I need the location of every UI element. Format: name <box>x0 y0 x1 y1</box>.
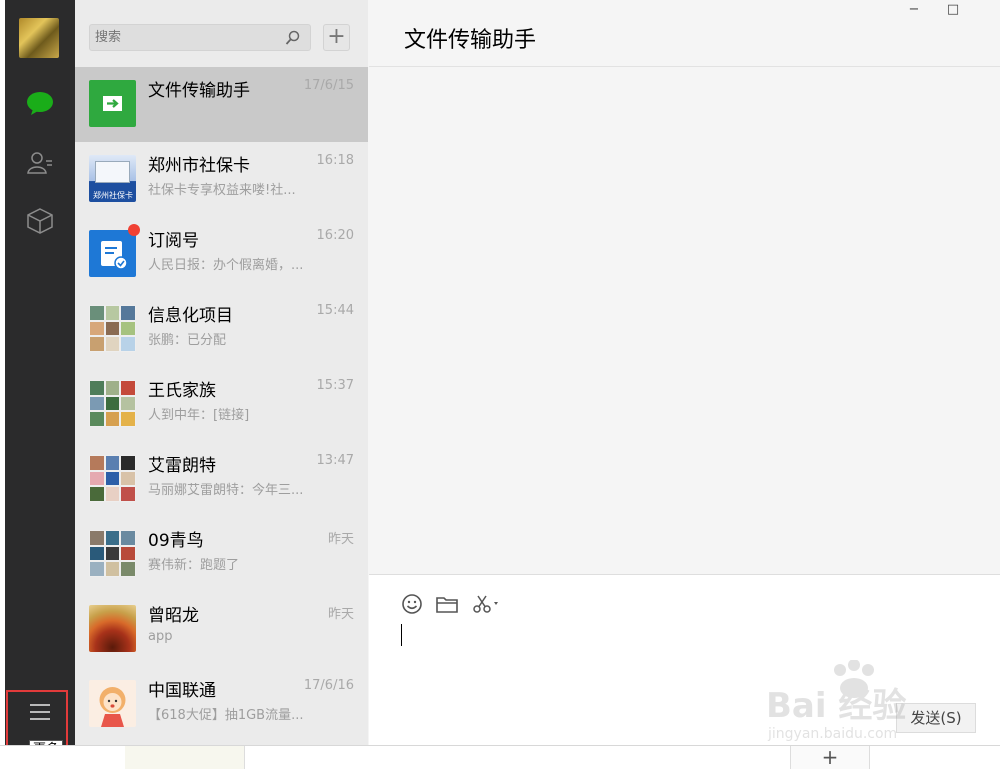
chat-list-item[interactable]: 中国联通 17/6/16 【618大促】抽1GB流量... <box>75 667 368 742</box>
chat-preview: 人民日报：办个假离婚，... <box>148 258 304 273</box>
chat-list-pane: + 文件传输助手 17/6/15 郑州社保卡 郑州市社保卡 16:18 社保卡专… <box>75 0 368 745</box>
chat-list-item[interactable]: 艾雷朗特 13:47 马丽娜艾雷朗特：今年三... <box>75 442 368 517</box>
chat-list-item[interactable]: 文件传输助手 17/6/15 <box>75 67 368 142</box>
message-area <box>369 68 1000 574</box>
screenshot-scissors-icon[interactable] <box>471 593 501 615</box>
file-transfer-avatar <box>89 80 136 127</box>
chat-title: 文件传输助手 <box>404 28 537 53</box>
chat-preview: 张鹏：已分配 <box>148 333 227 348</box>
wechat-window: 更多 + 文件传输助手 17/6/15 郑州社 <box>0 0 1000 769</box>
watermark-logo-text: Bai 经验 <box>766 686 907 726</box>
baidu-watermark: Bai 经验 jingyan.baidu.com <box>766 660 966 750</box>
chat-time: 昨天 <box>327 607 354 622</box>
emoji-icon[interactable] <box>400 593 424 615</box>
chat-avatar <box>89 680 136 727</box>
maximize-button[interactable]: □ <box>943 2 963 20</box>
chat-avatar: 郑州社保卡 <box>89 155 136 202</box>
chat-name: 王氏家族 <box>148 381 216 401</box>
chat-list-item[interactable]: 郑州社保卡 郑州市社保卡 16:18 社保卡专享权益来喽!社... <box>75 142 368 217</box>
unread-badge <box>128 224 140 236</box>
search-icon[interactable] <box>285 30 301 46</box>
chat-header: 文件传输助手 − □ <box>369 0 1000 67</box>
sidebar <box>5 0 75 745</box>
chat-list-item[interactable]: 订阅号 16:20 人民日报：办个假离婚，... <box>75 217 368 292</box>
subscription-icon <box>101 241 128 270</box>
chat-time: 15:44 <box>316 303 354 318</box>
contacts-icon[interactable] <box>27 150 53 176</box>
search-input[interactable] <box>90 25 280 50</box>
avatar-caption: 郑州社保卡 <box>93 191 133 200</box>
subscription-avatar <box>89 230 136 277</box>
chat-time: 13:47 <box>316 453 354 468</box>
group-avatar <box>89 455 136 502</box>
chat-time: 17/6/16 <box>303 678 354 693</box>
chat-name: 文件传输助手 <box>148 81 250 101</box>
chat-name: 曾昭龙 <box>148 606 199 626</box>
add-chat-button[interactable]: + <box>323 24 350 51</box>
group-avatar <box>89 380 136 427</box>
chat-time: 17/6/15 <box>303 78 354 93</box>
search-box <box>89 24 311 51</box>
chat-time: 15:37 <box>316 378 354 393</box>
chat-preview: 赛伟新：跑题了 <box>148 558 240 573</box>
chat-preview: 人到中年：[链接] <box>148 408 250 423</box>
chat-name: 中国联通 <box>148 681 216 701</box>
user-avatar[interactable] <box>19 18 59 58</box>
chat-name: 郑州市社保卡 <box>148 156 250 176</box>
chat-preview: 社保卡专享权益来喽!社... <box>148 183 296 198</box>
chat-list-item[interactable]: 王氏家族 15:37 人到中年：[链接] <box>75 367 368 442</box>
chat-name: 订阅号 <box>148 231 199 251</box>
text-cursor[interactable] <box>401 624 402 646</box>
file-transfer-icon <box>103 96 122 111</box>
watermark-url: jingyan.baidu.com <box>768 726 898 742</box>
chat-name: 艾雷朗特 <box>148 456 216 476</box>
chat-name: 信息化项目 <box>148 306 233 326</box>
group-avatar <box>89 530 136 577</box>
chat-time: 16:20 <box>316 228 354 243</box>
minimize-button[interactable]: − <box>904 2 924 20</box>
chat-name: 09青鸟 <box>148 531 204 551</box>
cartoon-girl-icon <box>99 687 126 727</box>
chat-preview: 马丽娜艾雷朗特：今年三... <box>148 483 304 498</box>
chat-list-item[interactable]: 09青鸟 昨天 赛伟新：跑题了 <box>75 517 368 592</box>
chat-list-item[interactable]: 信息化项目 15:44 张鹏：已分配 <box>75 292 368 367</box>
chat-time: 16:18 <box>316 153 354 168</box>
chat-preview: 【618大促】抽1GB流量... <box>148 708 304 723</box>
chat-list-item[interactable]: 曾昭龙 昨天 app <box>75 592 368 667</box>
chat-preview: app <box>148 629 173 644</box>
taskbar-segment <box>125 746 245 769</box>
folder-icon[interactable] <box>435 593 459 615</box>
chat-time: 昨天 <box>327 532 354 547</box>
chat-icon[interactable] <box>27 90 53 116</box>
chat-avatar <box>89 605 136 652</box>
favorites-cube-icon[interactable] <box>27 208 53 234</box>
group-avatar <box>89 305 136 352</box>
